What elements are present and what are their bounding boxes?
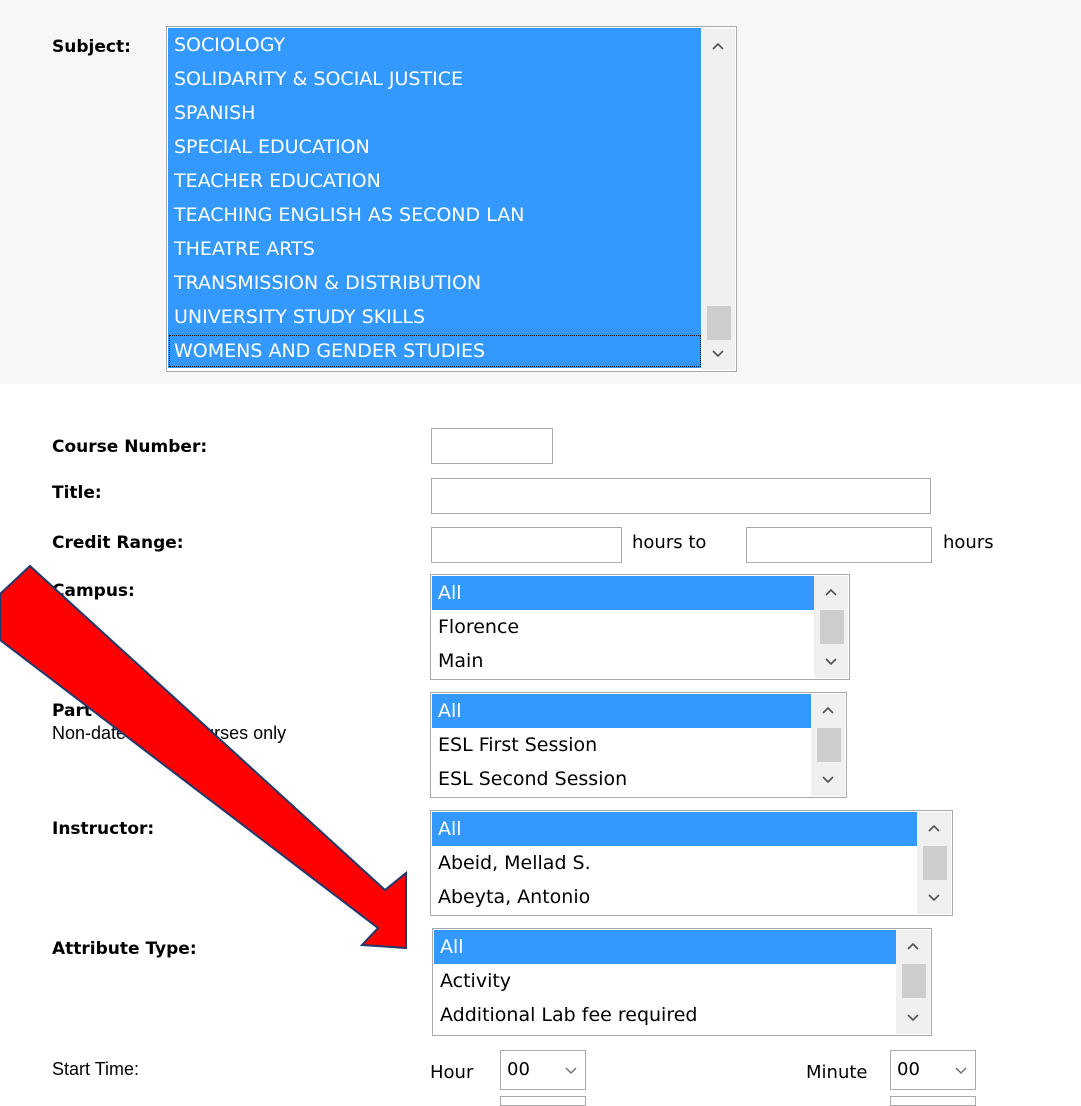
campus-options: All Florence Main xyxy=(432,576,816,678)
subject-option[interactable]: UNIVERSITY STUDY SKILLS xyxy=(168,300,702,334)
start-hour-select[interactable]: 00 xyxy=(500,1050,586,1090)
attribute-type-option[interactable]: All xyxy=(434,930,896,964)
part-of-term-listbox[interactable]: All ESL First Session ESL Second Session xyxy=(430,692,847,798)
course-number-label: Course Number: xyxy=(52,437,208,457)
part-of-term-options: All ESL First Session ESL Second Session xyxy=(432,694,813,796)
credit-range-hours-text: hours xyxy=(943,532,994,553)
chevron-up-icon[interactable] xyxy=(701,34,735,58)
subject-option[interactable]: TRANSMISSION & DISTRIBUTION xyxy=(168,266,702,300)
start-minute-value: 00 xyxy=(897,1059,920,1080)
chevron-up-icon[interactable] xyxy=(814,580,848,604)
part-of-term-option[interactable]: ESL First Session xyxy=(432,728,813,762)
start-minute-label: Minute xyxy=(806,1062,868,1083)
subject-option[interactable]: WOMENS AND GENDER STUDIES xyxy=(168,334,702,368)
start-hour-value: 00 xyxy=(507,1059,530,1080)
subject-option[interactable]: TEACHER EDUCATION xyxy=(168,164,702,198)
credit-range-to-input[interactable] xyxy=(746,527,932,563)
part-of-term-label: Part of Term: xyxy=(52,701,177,721)
course-number-input[interactable] xyxy=(431,428,553,464)
instructor-option[interactable]: All xyxy=(432,812,919,846)
campus-option[interactable]: Main xyxy=(432,644,816,678)
attribute-type-label: Attribute Type: xyxy=(52,939,197,959)
subject-options: SOCIOLOGY SOLIDARITY & SOCIAL JUSTICE SP… xyxy=(168,28,702,368)
chevron-down-icon xyxy=(955,1067,967,1075)
part-of-term-note: Non-date based courses only xyxy=(52,723,287,743)
instructor-option[interactable]: Abeyta, Antonio xyxy=(432,880,919,914)
subject-option[interactable]: SPECIAL EDUCATION xyxy=(168,130,702,164)
credit-range-hours-to-text: hours to xyxy=(632,532,707,553)
credit-range-from-input[interactable] xyxy=(431,527,622,563)
attribute-type-option[interactable]: Activity xyxy=(434,964,896,998)
attribute-type-option[interactable]: Additional Lab fee required xyxy=(434,998,896,1032)
attribute-type-scrollbar-thumb[interactable] xyxy=(902,964,926,998)
campus-scrollbar-thumb[interactable] xyxy=(820,610,844,644)
instructor-scrollbar[interactable] xyxy=(917,812,951,914)
attribute-type-options: All Activity Additional Lab fee required xyxy=(434,930,896,1032)
subject-option[interactable]: THEATRE ARTS xyxy=(168,232,702,266)
instructor-label: Instructor: xyxy=(52,819,155,839)
chevron-down-icon[interactable] xyxy=(701,342,735,366)
subject-option[interactable]: SOLIDARITY & SOCIAL JUSTICE xyxy=(168,62,702,96)
campus-option[interactable]: All xyxy=(432,576,816,610)
start-time-label: Start Time: xyxy=(52,1059,140,1079)
attribute-type-scrollbar[interactable] xyxy=(896,930,930,1034)
attribute-type-listbox[interactable]: All Activity Additional Lab fee required xyxy=(432,928,932,1036)
chevron-down-icon xyxy=(565,1067,577,1075)
subject-option[interactable]: SPANISH xyxy=(168,96,702,130)
start-hour-label: Hour xyxy=(430,1062,474,1083)
chevron-up-icon[interactable] xyxy=(811,698,845,722)
end-minute-select-partial[interactable] xyxy=(890,1096,976,1106)
chevron-down-icon[interactable] xyxy=(814,650,848,674)
part-of-term-option[interactable]: ESL Second Session xyxy=(432,762,813,796)
part-of-term-scrollbar[interactable] xyxy=(811,694,845,796)
subject-scrollbar[interactable] xyxy=(701,28,735,370)
subject-scrollbar-thumb[interactable] xyxy=(707,306,731,340)
campus-scrollbar[interactable] xyxy=(814,576,848,678)
chevron-down-icon[interactable] xyxy=(917,886,951,910)
subject-option[interactable]: TEACHING ENGLISH AS SECOND LAN xyxy=(168,198,702,232)
title-input[interactable] xyxy=(431,478,931,514)
subject-option[interactable]: SOCIOLOGY xyxy=(168,28,702,62)
instructor-scrollbar-thumb[interactable] xyxy=(923,846,947,880)
part-of-term-option[interactable]: All xyxy=(432,694,813,728)
campus-listbox[interactable]: All Florence Main xyxy=(430,574,850,680)
instructor-option[interactable]: Abeid, Mellad S. xyxy=(432,846,919,880)
title-label: Title: xyxy=(52,483,102,503)
instructor-options: All Abeid, Mellad S. Abeyta, Antonio xyxy=(432,812,919,914)
end-hour-select-partial[interactable] xyxy=(500,1096,586,1106)
part-of-term-scrollbar-thumb[interactable] xyxy=(817,728,841,762)
annotation-arrow-shape xyxy=(0,564,407,950)
subject-listbox[interactable]: SOCIOLOGY SOLIDARITY & SOCIAL JUSTICE SP… xyxy=(166,26,737,372)
campus-option[interactable]: Florence xyxy=(432,610,816,644)
campus-label: Campus: xyxy=(52,581,135,601)
chevron-down-icon[interactable] xyxy=(896,1006,930,1030)
credit-range-label: Credit Range: xyxy=(52,533,184,553)
chevron-up-icon[interactable] xyxy=(896,934,930,958)
chevron-down-icon[interactable] xyxy=(811,768,845,792)
chevron-up-icon[interactable] xyxy=(917,816,951,840)
start-minute-select[interactable]: 00 xyxy=(890,1050,976,1090)
subject-label: Subject: xyxy=(52,37,131,57)
instructor-listbox[interactable]: All Abeid, Mellad S. Abeyta, Antonio xyxy=(430,810,953,916)
